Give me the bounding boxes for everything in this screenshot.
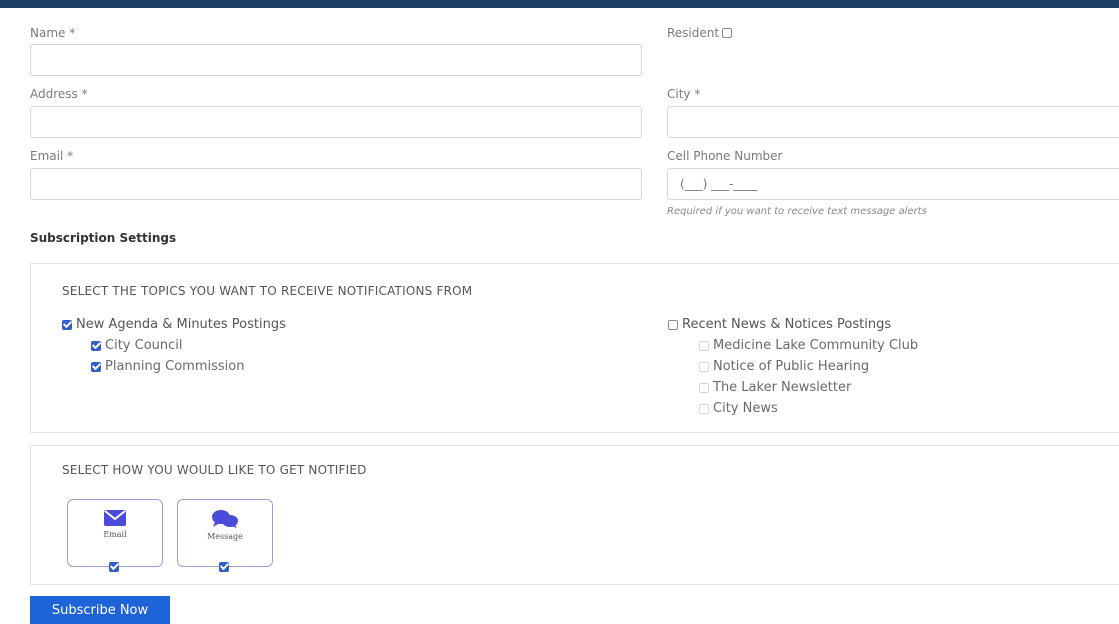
topics-heading: SELECT THE TOPICS YOU WANT TO RECEIVE NO…	[62, 284, 473, 298]
checkbox-agenda-minutes[interactable]	[62, 319, 72, 330]
address-field[interactable]	[30, 106, 642, 138]
topic-medicine-lake-community-club[interactable]: Medicine Lake Community Club	[699, 338, 918, 353]
name-field[interactable]	[30, 44, 642, 76]
subscribe-now-button[interactable]: Subscribe Now	[30, 596, 170, 624]
phone-label: Cell Phone Number	[667, 149, 783, 163]
topic-medicine-lake-community-club-label: Medicine Lake Community Club	[713, 338, 919, 353]
email-option-label: Email	[103, 530, 127, 539]
topic-laker-newsletter-label: The Laker Newsletter	[713, 380, 852, 395]
phone-field[interactable]	[667, 168, 1119, 200]
topics-panel: SELECT THE TOPICS YOU WANT TO RECEIVE NO…	[30, 263, 1119, 433]
group-agenda-minutes[interactable]: New Agenda & Minutes Postings	[62, 317, 286, 332]
city-field[interactable]	[667, 106, 1119, 138]
checkbox-planning-commission[interactable]	[91, 361, 101, 372]
topic-city-council-label: City Council	[105, 338, 183, 353]
checkbox-email-method[interactable]	[109, 562, 119, 572]
notify-option-email[interactable]: Email	[67, 499, 163, 572]
resident-checkbox[interactable]	[722, 28, 733, 38]
checkbox-laker-newsletter[interactable]	[699, 382, 709, 393]
phone-hint: Required if you want to receive text mes…	[667, 206, 927, 217]
group-agenda-minutes-label: New Agenda & Minutes Postings	[76, 317, 286, 332]
notify-heading: SELECT HOW YOU WOULD LIKE TO GET NOTIFIE…	[62, 463, 367, 477]
envelope-icon	[104, 510, 126, 526]
checkbox-message-method[interactable]	[219, 562, 229, 572]
topic-laker-newsletter[interactable]: The Laker Newsletter	[699, 380, 851, 395]
group-news-notices-label: Recent News & Notices Postings	[682, 317, 892, 332]
topic-planning-commission[interactable]: Planning Commission	[91, 359, 244, 374]
city-label: City *	[667, 87, 701, 101]
checkbox-city-news[interactable]	[699, 403, 709, 414]
topic-city-council[interactable]: City Council	[91, 338, 183, 353]
message-option-label: Message	[207, 532, 243, 541]
address-label: Address *	[30, 87, 88, 101]
checkbox-news-notices[interactable]	[668, 319, 678, 330]
notify-option-message[interactable]: Message	[177, 499, 273, 572]
email-label: Email *	[30, 149, 74, 163]
chat-bubbles-icon	[212, 510, 238, 528]
group-news-notices[interactable]: Recent News & Notices Postings	[668, 317, 891, 332]
email-field[interactable]	[30, 168, 642, 200]
topic-city-news[interactable]: City News	[699, 401, 778, 416]
notify-panel: SELECT HOW YOU WOULD LIKE TO GET NOTIFIE…	[30, 445, 1119, 585]
checkbox-notice-public-hearing[interactable]	[699, 361, 709, 372]
top-bar	[0, 0, 1119, 8]
topic-city-news-label: City News	[713, 401, 778, 416]
subscription-settings-title: Subscription Settings	[30, 231, 177, 245]
resident-label: Resident	[667, 26, 720, 40]
topic-notice-public-hearing[interactable]: Notice of Public Hearing	[699, 359, 869, 374]
topic-planning-commission-label: Planning Commission	[105, 359, 245, 374]
name-label: Name *	[30, 26, 76, 40]
checkbox-city-council[interactable]	[91, 340, 101, 351]
topic-notice-public-hearing-label: Notice of Public Hearing	[713, 359, 870, 374]
checkbox-medicine-lake-community-club[interactable]	[699, 340, 709, 351]
resident-label-wrap: Resident	[667, 26, 733, 40]
